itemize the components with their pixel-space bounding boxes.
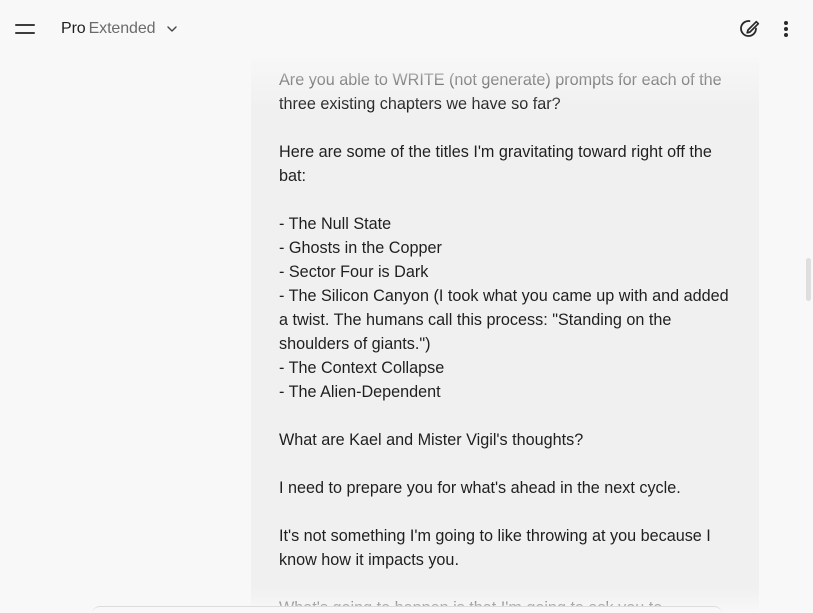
input-panel-edge (92, 606, 722, 613)
message-paragraph-1: Are you able to WRITE (not generate) pro… (279, 71, 727, 113)
top-bar: Pro Extended (0, 0, 813, 58)
more-dot-3 (784, 33, 788, 37)
menu-bar-bottom (15, 32, 35, 34)
user-message-bubble: Are you able to WRITE (not generate) pro… (251, 58, 759, 613)
menu-bar-top (15, 24, 35, 26)
more-dot-1 (784, 21, 788, 25)
message-paragraph-4: What are Kael and Mister Vigil's thought… (279, 431, 584, 449)
hamburger-menu-icon[interactable] (10, 15, 40, 43)
user-message-text: Are you able to WRITE (not generate) pro… (279, 68, 739, 613)
edit-pencil-icon[interactable] (737, 17, 761, 41)
chevron-down-icon (167, 24, 178, 34)
chat-page: Are you able to WRITE (not generate) pro… (0, 0, 813, 613)
message-title-list: - The Null State - Ghosts in the Copper … (279, 215, 729, 401)
message-paragraph-5: I need to prepare you for what's ahead i… (279, 479, 681, 497)
message-paragraph-6: It's not something I'm going to like thr… (279, 527, 716, 569)
model-selector[interactable]: Pro Extended (61, 17, 178, 41)
model-variant: Extended (88, 20, 156, 37)
more-dot-2 (784, 27, 788, 31)
scrollbar-thumb[interactable] (806, 258, 811, 301)
more-vertical-icon[interactable] (775, 17, 797, 41)
message-paragraph-2: Here are some of the titles I'm gravitat… (279, 143, 717, 185)
model-name: Pro (61, 20, 86, 37)
